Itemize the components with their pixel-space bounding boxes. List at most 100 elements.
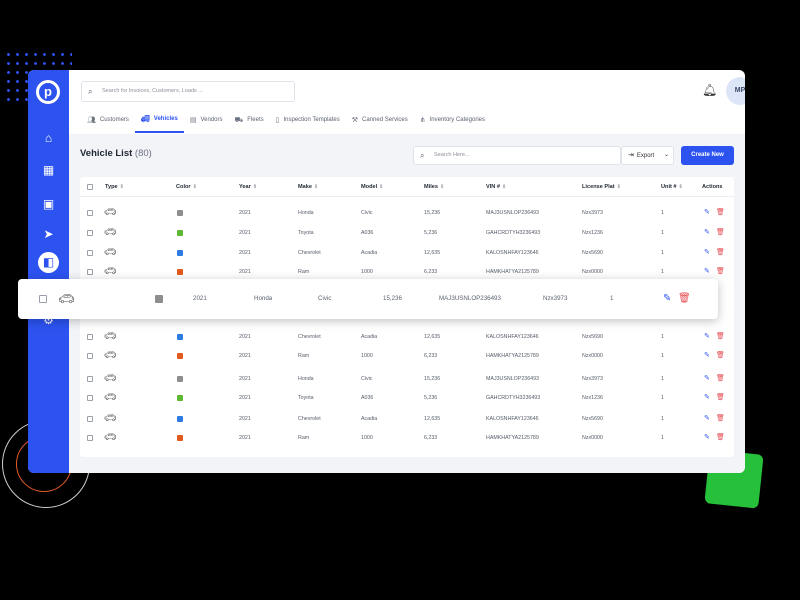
trash-icon[interactable]: 🗑︎ [716, 369, 725, 389]
select-all-checkbox[interactable] [87, 184, 93, 190]
tab-canned-services[interactable]: ⚒ Canned Services [346, 113, 414, 133]
column-header[interactable]: Unit # ⇕ [661, 177, 683, 197]
tab-label: Fleets [247, 117, 264, 123]
logo-icon[interactable]: p [36, 80, 60, 104]
make-cell: Chevrolet [298, 416, 321, 422]
edit-icon[interactable]: ✎ [704, 243, 710, 263]
tab-inspection-templates[interactable]: ▯ Inspection Templates [270, 113, 346, 133]
miles-cell: 6,233 [424, 353, 438, 359]
unit-cell: 1 [661, 353, 664, 359]
stage: p ⌂ ▦ ▣ ➤ ◧ ⚙ ⌕ Search for Invoices, Cus… [0, 0, 800, 600]
edit-icon[interactable]: ✎ [704, 409, 710, 429]
edit-icon[interactable]: ✎ [704, 346, 710, 366]
vehicle-count: (80) [134, 148, 152, 159]
row-checkbox[interactable] [87, 230, 93, 236]
create-new-button[interactable]: Create New [681, 146, 734, 165]
row-checkbox[interactable] [87, 416, 93, 422]
search-icon: ⌕ [420, 151, 425, 160]
trash-icon[interactable]: 🗑︎ [716, 243, 725, 263]
grid-icon[interactable]: ▦ [38, 160, 59, 181]
home-icon[interactable]: ⌂ [38, 128, 59, 149]
trash-icon[interactable]: 🗑︎ [716, 409, 725, 429]
row-checkbox[interactable] [87, 353, 93, 359]
row-checkbox[interactable] [87, 376, 93, 382]
edit-icon[interactable]: ✎ [704, 203, 710, 223]
edit-icon[interactable]: ✎ [663, 279, 671, 319]
tab-vehicles[interactable]: 🚚︎ Vehicles [134, 113, 184, 133]
highlighted-table-row[interactable]: 🚗︎ 2021 Honda Civic 15,236 MAJ3USNLOP236… [18, 279, 718, 319]
list-search-input[interactable]: ⌕ Search Here... [413, 146, 621, 165]
unit-cell: 1 [661, 230, 664, 236]
unit-cell: 1 [661, 250, 664, 256]
export-icon: ⇥ [628, 152, 634, 159]
column-header[interactable]: Miles ⇕ [424, 177, 444, 197]
export-button[interactable]: ⇥ Export ⌄ [621, 146, 674, 165]
plate-cell: Nzx3973 [582, 376, 603, 382]
edit-icon[interactable]: ✎ [704, 369, 710, 389]
edit-icon[interactable]: ✎ [704, 327, 710, 347]
avatar[interactable]: MP [726, 77, 745, 105]
table-row[interactable]: 🚗︎ 2021 Ram 1000 6,233 HAMKHATYA2125789 Nzx000… [80, 346, 734, 366]
row-checkbox[interactable] [87, 250, 93, 256]
row-checkbox[interactable] [87, 334, 93, 340]
column-header[interactable]: Color ⇕ [176, 177, 197, 197]
table-row[interactable]: 🚗︎ 2021 Toyota A036 5,236 GAHCRDTYH3236493 Nzx… [80, 388, 734, 408]
miles-cell: 15,236 [424, 376, 441, 382]
edit-icon[interactable]: ✎ [704, 223, 710, 243]
column-header[interactable]: Type ⇕ [105, 177, 124, 197]
trash-icon[interactable]: 🗑︎ [716, 428, 725, 448]
table-row[interactable]: 🚗︎ 2021 Ram 1000 6,233 HAMKHATYA2125789 Nzx000… [80, 428, 734, 448]
vehicles-nav-icon[interactable]: ◧ [38, 252, 59, 273]
row-checkbox[interactable] [87, 435, 93, 441]
column-header[interactable]: VIN # ⇕ [486, 177, 506, 197]
calendar-icon[interactable]: ▣ [38, 194, 59, 215]
global-search-input[interactable]: ⌕ Search for Invoices, Customers, Loads … [81, 81, 295, 102]
row-checkbox[interactable] [87, 210, 93, 216]
make-cell: Honda [298, 376, 314, 382]
year-cell: 2021 [239, 416, 251, 422]
column-header[interactable]: Make ⇕ [298, 177, 318, 197]
tab-vendors[interactable]: ▤ Vendors [184, 113, 229, 133]
row-checkbox[interactable] [39, 295, 47, 303]
table-row[interactable]: 🚗︎ 2021 Chevrolet Acadia 12,635 KALOSNHFAY123… [80, 409, 734, 429]
tab-label: Canned Services [362, 117, 408, 123]
column-header[interactable]: License Plat ⇕ [582, 177, 621, 197]
send-icon[interactable]: ➤ [38, 224, 59, 245]
tab-customers[interactable]: 👥︎ Customers [81, 113, 135, 133]
vendors-icon: ▤ [189, 117, 197, 124]
trash-icon[interactable]: 🗑︎ [716, 203, 725, 223]
table-row[interactable]: 🚗︎ 2021 Honda Civic 15,236 MAJ3USNLOP236493 Nz… [80, 203, 734, 223]
tab-fleets[interactable]: ⛟ Fleets [228, 113, 269, 133]
table-row[interactable]: 🚗︎ 2021 Toyota A036 5,236 GAHCRDTYH3236493 Nzx… [80, 223, 734, 243]
vin-cell: HAMKHATYA2125789 [486, 353, 539, 359]
tab-inventory-categories[interactable]: ⋔ Inventory Categories [414, 113, 491, 133]
search-icon: ⌕ [88, 87, 93, 96]
plate-cell: Nzx5690 [582, 416, 603, 422]
services-icon: ⚒ [351, 117, 359, 124]
trash-icon[interactable]: 🗑︎ [716, 346, 725, 366]
row-checkbox[interactable] [87, 269, 93, 275]
trash-icon[interactable]: 🗑︎ [678, 279, 691, 319]
make-cell: Toyota [298, 395, 314, 401]
table-row[interactable]: 🚗︎ 2021 Chevrolet Acadia 12,635 KALOSNHFAY123… [80, 243, 734, 263]
table-header: Type ⇕ Color ⇕ Year ⇕ Make ⇕ Model ⇕ Miles ⇕ V… [80, 177, 734, 197]
miles-cell: 12,635 [424, 334, 441, 340]
year-cell: 2021 [239, 376, 251, 382]
main-area: ⌕ Search for Invoices, Customers, Loads … [69, 70, 745, 473]
car-icon: 🚗︎ [104, 207, 117, 218]
column-header[interactable]: Model ⇕ [361, 177, 383, 197]
column-header[interactable]: Year ⇕ [239, 177, 257, 197]
edit-icon[interactable]: ✎ [704, 428, 710, 448]
trash-icon[interactable]: 🗑︎ [716, 262, 725, 282]
table-row[interactable]: 🚗︎ 2021 Chevrolet Acadia 12,635 KALOSNHFAY123… [80, 327, 734, 347]
trash-icon[interactable]: 🗑︎ [716, 327, 725, 347]
row-checkbox[interactable] [87, 395, 93, 401]
edit-icon[interactable]: ✎ [704, 388, 710, 408]
plate-cell: Nzx0000 [582, 353, 603, 359]
trash-icon[interactable]: 🗑︎ [716, 223, 725, 243]
bell-icon[interactable]: 🔔︎ [702, 83, 717, 97]
trash-icon[interactable]: 🗑︎ [716, 388, 725, 408]
table-row[interactable]: 🚗︎ 2021 Honda Civic 15,236 MAJ3USNLOP236493 Nz… [80, 369, 734, 389]
make-cell: Honda [298, 210, 314, 216]
chevron-down-icon[interactable]: ⌄ [664, 147, 669, 164]
